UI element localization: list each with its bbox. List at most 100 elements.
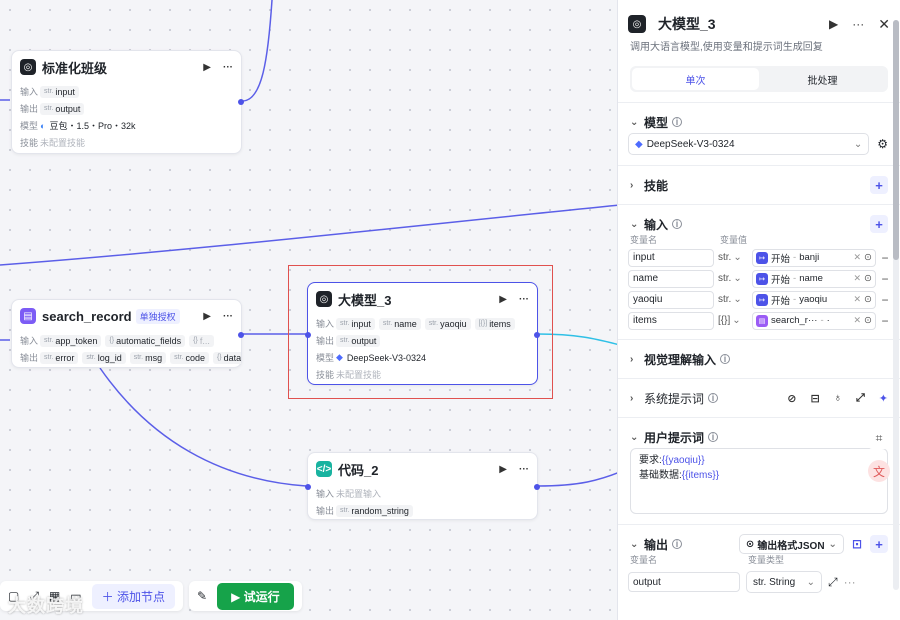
remove-var-icon[interactable]: −: [880, 293, 890, 307]
more-icon[interactable]: ···: [519, 464, 529, 475]
library-icon[interactable]: ⊟: [811, 392, 820, 405]
node-code-2[interactable]: </> 代码_2 ▶ ··· 输入 未配置输入 输出 str. random_strin…: [305, 452, 540, 520]
var-name-input[interactable]: name: [628, 269, 714, 288]
model-select[interactable]: ◆ DeepSeek-V3-0324 ⌄: [628, 133, 870, 155]
deepseek-icon: ◆: [635, 138, 643, 150]
var-ref-select[interactable]: ↦ 开始 - yaoqiu ✕ ⊙: [752, 290, 876, 309]
add-node-button[interactable]: ＋ 添加节点: [91, 583, 175, 609]
section-title: 模型: [644, 115, 669, 130]
ref-var: banji: [799, 252, 820, 263]
remove-var-icon[interactable]: −: [880, 314, 890, 328]
node-header: ◎ 标准化班级 ▶ ···: [12, 51, 241, 83]
ai-optimize-icon[interactable]: ✦: [879, 392, 888, 405]
output-port[interactable]: [238, 99, 244, 105]
clear-icon[interactable]: ✕: [853, 252, 861, 263]
lightbulb-icon[interactable]: ♁: [834, 392, 842, 405]
var-type-select[interactable]: str. ⌄: [718, 252, 748, 263]
ref-sep: -: [793, 294, 797, 305]
var-name-input[interactable]: items: [628, 311, 714, 330]
close-icon[interactable]: ✕: [878, 16, 890, 33]
scrollbar-thumb[interactable]: [893, 20, 899, 260]
ref-source-icon: ▤: [756, 314, 768, 327]
tab-batch[interactable]: 批处理: [759, 68, 886, 90]
vision-section-header[interactable]: › 视觉理解输入 i: [618, 340, 900, 378]
output-port[interactable]: [238, 332, 244, 338]
node-search-record[interactable]: ▤ search_record 单独授权 ▶ ··· 输入 str. app_tok…: [11, 299, 244, 368]
tab-single[interactable]: 单次: [632, 68, 759, 90]
system-prompt-section-header[interactable]: › 系统提示词 i ⊘ ⊟ ♁ ⤢ ✦: [618, 379, 900, 417]
output-format-select[interactable]: ⊙ 输出格式JSON ⌄: [738, 534, 844, 554]
chevron-down-icon: ⌄: [733, 273, 742, 284]
input-port[interactable]: [305, 484, 311, 490]
input-label: 输入: [316, 489, 335, 499]
info-icon: i: [672, 117, 683, 127]
expand-icon[interactable]: ⤢: [828, 575, 838, 590]
add-output-button[interactable]: +: [870, 535, 888, 553]
run-node-icon[interactable]: ▶: [499, 464, 507, 475]
clear-icon[interactable]: ✕: [853, 315, 861, 326]
output-settings-icon[interactable]: ⊡: [852, 537, 862, 551]
var-type-select[interactable]: str. ⌄: [718, 273, 748, 284]
expand-icon[interactable]: ⤢: [856, 392, 865, 405]
skills-section-header[interactable]: › 技能 +: [618, 166, 900, 204]
more-icon[interactable]: ···: [844, 575, 856, 589]
output-label: 输出: [20, 104, 39, 114]
input-chip: str. input: [40, 85, 79, 98]
more-icon[interactable]: ···: [852, 17, 864, 31]
run-node-icon[interactable]: ▶: [203, 311, 211, 322]
var-type-select[interactable]: str. ⌄: [718, 294, 748, 305]
workflow-canvas[interactable]: ◎ 标准化班级 ▶ ··· 输入 str. input 输出 str. output 模型…: [0, 0, 620, 620]
add-skill-button[interactable]: +: [870, 176, 888, 194]
ref-sep: -: [820, 315, 824, 326]
doubao-icon: ◐: [40, 120, 46, 131]
output-var-name[interactable]: output: [628, 572, 740, 592]
run-node-icon[interactable]: ▶: [203, 62, 211, 73]
node-header: </> 代码_2 ▶ ···: [308, 453, 537, 485]
output-port[interactable]: [534, 484, 540, 490]
remove-var-icon[interactable]: −: [880, 272, 890, 286]
clear-icon[interactable]: ✕: [853, 273, 861, 284]
debug-icon[interactable]: ✎: [197, 589, 207, 603]
info-icon: i: [708, 432, 719, 442]
var-ref-select[interactable]: ▤ search_r··· - · ✕ ⊙: [752, 311, 876, 330]
chevron-down-icon: ⌄: [630, 431, 639, 443]
output-var-type[interactable]: str. String ⌄: [746, 571, 822, 593]
node-title: 代码_2: [338, 462, 379, 478]
var-picker-icon[interactable]: ⊙: [864, 273, 872, 284]
test-run-button[interactable]: ▶ 试运行: [217, 582, 294, 610]
ref-sep: -: [793, 273, 797, 284]
clear-icon[interactable]: ✕: [853, 294, 861, 305]
user-prompt-editor[interactable]: 要求:{{yaoqiu}} 基础数据:{{items}}: [630, 448, 888, 514]
var-ref-select[interactable]: ↦ 开始 - banji ✕ ⊙: [752, 248, 876, 267]
var-picker-icon[interactable]: ⊙: [864, 252, 872, 263]
panel-title[interactable]: 大模型_3: [658, 14, 716, 34]
var-name-input[interactable]: yaoqiu: [628, 290, 714, 309]
var-picker-icon[interactable]: ⊙: [864, 294, 872, 305]
translate-icon[interactable]: 文: [868, 460, 890, 482]
add-input-button[interactable]: +: [870, 215, 888, 233]
ref-source-icon: ↦: [756, 272, 768, 285]
mode-tabs: 单次 批处理: [630, 66, 888, 92]
var-picker-icon[interactable]: ⊙: [864, 315, 872, 326]
scan-icon[interactable]: ⌗: [868, 427, 890, 449]
remove-var-icon[interactable]: −: [880, 251, 890, 265]
var-type-select[interactable]: [{}] ⌄: [718, 315, 748, 326]
run-node-icon[interactable]: ▶: [829, 17, 838, 31]
node-standardize-class[interactable]: ◎ 标准化班级 ▶ ··· 输入 str. input 输出 str. output 模型…: [11, 50, 244, 154]
var-name-input[interactable]: input: [628, 248, 714, 267]
selection-highlight: [288, 265, 553, 399]
section-title: 用户提示词: [644, 430, 705, 445]
input-var-row: items [{}] ⌄ ▤ search_r··· - · ✕ ⊙ −: [618, 310, 900, 331]
more-icon[interactable]: ···: [223, 311, 233, 322]
chevron-down-icon: ⌄: [806, 576, 815, 588]
model-settings-icon[interactable]: ⚙: [877, 137, 888, 151]
more-icon[interactable]: ···: [223, 62, 233, 73]
var-ref-select[interactable]: ↦ 开始 - name ✕ ⊙: [752, 269, 876, 288]
compass-icon[interactable]: ⊘: [787, 392, 796, 405]
chevron-down-icon: ⌄: [630, 116, 639, 128]
edge: [99, 367, 307, 487]
info-icon: i: [720, 354, 731, 364]
auth-badge[interactable]: 单独授权: [135, 308, 180, 324]
watermark-logo: 大数跨境: [8, 596, 84, 616]
ref-var: yaoqiu: [799, 294, 828, 305]
